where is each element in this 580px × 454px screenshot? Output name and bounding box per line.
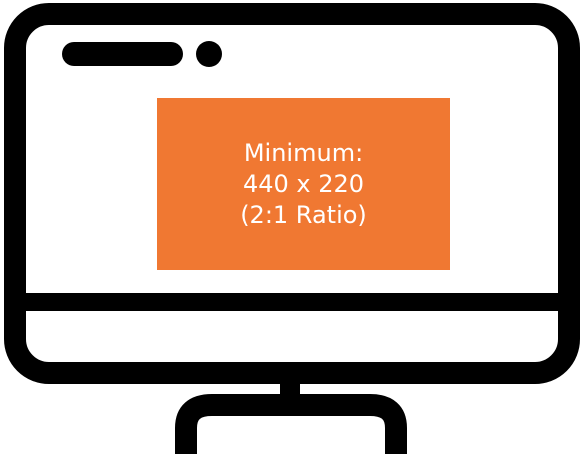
monitor-top-pill (62, 42, 183, 66)
image-size-banner: Minimum: 440 x 220 (2:1 Ratio) (157, 98, 450, 270)
banner-line-ratio: (2:1 Ratio) (240, 200, 367, 229)
monitor-stand (175, 394, 407, 454)
monitor-top-dot (196, 41, 222, 67)
banner-line-minimum: Minimum: (243, 138, 364, 167)
banner-line-dimensions: 440 x 220 (242, 169, 365, 198)
